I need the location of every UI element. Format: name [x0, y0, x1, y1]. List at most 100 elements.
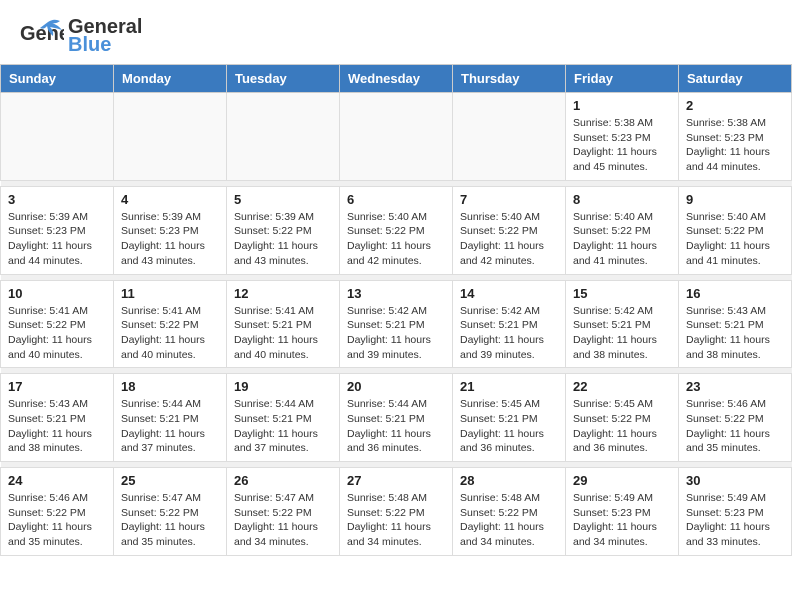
logo: General General Blue — [20, 16, 142, 56]
day-number: 1 — [573, 98, 671, 113]
calendar-cell — [453, 93, 566, 181]
day-number: 26 — [234, 473, 332, 488]
day-info: Sunrise: 5:40 AM Sunset: 5:22 PM Dayligh… — [686, 210, 784, 269]
calendar-cell: 1 Sunrise: 5:38 AM Sunset: 5:23 PM Daylig… — [566, 93, 679, 181]
calendar-cell: 16 Sunrise: 5:43 AM Sunset: 5:21 PM Dayli… — [679, 280, 792, 368]
day-info: Sunrise: 5:45 AM Sunset: 5:22 PM Dayligh… — [573, 397, 671, 456]
day-number: 8 — [573, 192, 671, 207]
calendar-header-thursday: Thursday — [453, 65, 566, 93]
day-info: Sunrise: 5:46 AM Sunset: 5:22 PM Dayligh… — [686, 397, 784, 456]
day-number: 19 — [234, 379, 332, 394]
day-info: Sunrise: 5:47 AM Sunset: 5:22 PM Dayligh… — [121, 491, 219, 550]
calendar-cell: 17 Sunrise: 5:43 AM Sunset: 5:21 PM Dayli… — [1, 374, 114, 462]
calendar-week-row: 10 Sunrise: 5:41 AM Sunset: 5:22 PM Dayli… — [1, 280, 792, 368]
day-info: Sunrise: 5:41 AM Sunset: 5:21 PM Dayligh… — [234, 304, 332, 363]
calendar-cell: 12 Sunrise: 5:41 AM Sunset: 5:21 PM Dayli… — [227, 280, 340, 368]
calendar-cell: 3 Sunrise: 5:39 AM Sunset: 5:23 PM Daylig… — [1, 186, 114, 274]
day-number: 7 — [460, 192, 558, 207]
calendar-cell: 6 Sunrise: 5:40 AM Sunset: 5:22 PM Daylig… — [340, 186, 453, 274]
day-info: Sunrise: 5:39 AM Sunset: 5:23 PM Dayligh… — [8, 210, 106, 269]
calendar-cell: 21 Sunrise: 5:45 AM Sunset: 5:21 PM Dayli… — [453, 374, 566, 462]
day-info: Sunrise: 5:42 AM Sunset: 5:21 PM Dayligh… — [460, 304, 558, 363]
day-info: Sunrise: 5:46 AM Sunset: 5:22 PM Dayligh… — [8, 491, 106, 550]
calendar-cell: 20 Sunrise: 5:44 AM Sunset: 5:21 PM Dayli… — [340, 374, 453, 462]
calendar-cell: 19 Sunrise: 5:44 AM Sunset: 5:21 PM Dayli… — [227, 374, 340, 462]
day-number: 16 — [686, 286, 784, 301]
calendar-cell: 29 Sunrise: 5:49 AM Sunset: 5:23 PM Dayli… — [566, 468, 679, 556]
calendar-cell: 15 Sunrise: 5:42 AM Sunset: 5:21 PM Dayli… — [566, 280, 679, 368]
day-number: 22 — [573, 379, 671, 394]
day-number: 2 — [686, 98, 784, 113]
day-number: 20 — [347, 379, 445, 394]
day-number: 12 — [234, 286, 332, 301]
logo-icon: General — [20, 18, 64, 54]
day-number: 3 — [8, 192, 106, 207]
calendar-cell: 11 Sunrise: 5:41 AM Sunset: 5:22 PM Dayli… — [114, 280, 227, 368]
day-info: Sunrise: 5:49 AM Sunset: 5:23 PM Dayligh… — [686, 491, 784, 550]
day-info: Sunrise: 5:38 AM Sunset: 5:23 PM Dayligh… — [686, 116, 784, 175]
day-number: 15 — [573, 286, 671, 301]
day-info: Sunrise: 5:43 AM Sunset: 5:21 PM Dayligh… — [686, 304, 784, 363]
calendar-header-row: SundayMondayTuesdayWednesdayThursdayFrid… — [1, 65, 792, 93]
calendar-cell: 2 Sunrise: 5:38 AM Sunset: 5:23 PM Daylig… — [679, 93, 792, 181]
calendar-cell: 23 Sunrise: 5:46 AM Sunset: 5:22 PM Dayli… — [679, 374, 792, 462]
day-number: 6 — [347, 192, 445, 207]
calendar-cell — [227, 93, 340, 181]
calendar-cell: 30 Sunrise: 5:49 AM Sunset: 5:23 PM Dayli… — [679, 468, 792, 556]
calendar-cell: 22 Sunrise: 5:45 AM Sunset: 5:22 PM Dayli… — [566, 374, 679, 462]
calendar-cell: 25Sunrise: 5:47 AM Sunset: 5:22 PM Dayli… — [114, 468, 227, 556]
day-number: 23 — [686, 379, 784, 394]
calendar-cell: 8 Sunrise: 5:40 AM Sunset: 5:22 PM Daylig… — [566, 186, 679, 274]
calendar-cell: 26Sunrise: 5:47 AM Sunset: 5:22 PM Dayli… — [227, 468, 340, 556]
day-number: 14 — [460, 286, 558, 301]
day-info: Sunrise: 5:49 AM Sunset: 5:23 PM Dayligh… — [573, 491, 671, 550]
calendar-header-saturday: Saturday — [679, 65, 792, 93]
calendar: SundayMondayTuesdayWednesdayThursdayFrid… — [0, 64, 792, 556]
day-number: 30 — [686, 473, 784, 488]
day-number: 17 — [8, 379, 106, 394]
calendar-cell: 4Sunrise: 5:39 AM Sunset: 5:23 PM Daylig… — [114, 186, 227, 274]
calendar-header-wednesday: Wednesday — [340, 65, 453, 93]
calendar-cell: 7 Sunrise: 5:40 AM Sunset: 5:22 PM Daylig… — [453, 186, 566, 274]
calendar-cell — [340, 93, 453, 181]
day-info: Sunrise: 5:40 AM Sunset: 5:22 PM Dayligh… — [347, 210, 445, 269]
day-info: Sunrise: 5:40 AM Sunset: 5:22 PM Dayligh… — [460, 210, 558, 269]
calendar-cell — [114, 93, 227, 181]
day-info: Sunrise: 5:44 AM Sunset: 5:21 PM Dayligh… — [347, 397, 445, 456]
day-number: 5 — [234, 192, 332, 207]
day-info: Sunrise: 5:39 AM Sunset: 5:23 PM Dayligh… — [121, 210, 219, 269]
day-info: Sunrise: 5:41 AM Sunset: 5:22 PM Dayligh… — [8, 304, 106, 363]
calendar-week-row: 17 Sunrise: 5:43 AM Sunset: 5:21 PM Dayli… — [1, 374, 792, 462]
day-info: Sunrise: 5:42 AM Sunset: 5:21 PM Dayligh… — [573, 304, 671, 363]
calendar-week-row: 1 Sunrise: 5:38 AM Sunset: 5:23 PM Daylig… — [1, 93, 792, 181]
calendar-cell: 14 Sunrise: 5:42 AM Sunset: 5:21 PM Dayli… — [453, 280, 566, 368]
calendar-header-sunday: Sunday — [1, 65, 114, 93]
day-number: 11 — [121, 286, 219, 301]
day-info: Sunrise: 5:41 AM Sunset: 5:22 PM Dayligh… — [121, 304, 219, 363]
day-info: Sunrise: 5:45 AM Sunset: 5:21 PM Dayligh… — [460, 397, 558, 456]
day-info: Sunrise: 5:48 AM Sunset: 5:22 PM Dayligh… — [460, 491, 558, 550]
calendar-cell: 24Sunrise: 5:46 AM Sunset: 5:22 PM Dayli… — [1, 468, 114, 556]
day-info: Sunrise: 5:44 AM Sunset: 5:21 PM Dayligh… — [121, 397, 219, 456]
calendar-header-monday: Monday — [114, 65, 227, 93]
calendar-cell: 28 Sunrise: 5:48 AM Sunset: 5:22 PM Dayli… — [453, 468, 566, 556]
day-number: 10 — [8, 286, 106, 301]
day-info: Sunrise: 5:40 AM Sunset: 5:22 PM Dayligh… — [573, 210, 671, 269]
calendar-cell: 5 Sunrise: 5:39 AM Sunset: 5:22 PM Daylig… — [227, 186, 340, 274]
day-number: 28 — [460, 473, 558, 488]
day-number: 13 — [347, 286, 445, 301]
calendar-cell: 9 Sunrise: 5:40 AM Sunset: 5:22 PM Daylig… — [679, 186, 792, 274]
day-number: 27 — [347, 473, 445, 488]
day-number: 18 — [121, 379, 219, 394]
calendar-cell: 13Sunrise: 5:42 AM Sunset: 5:21 PM Dayli… — [340, 280, 453, 368]
day-info: Sunrise: 5:43 AM Sunset: 5:21 PM Dayligh… — [8, 397, 106, 456]
calendar-header-tuesday: Tuesday — [227, 65, 340, 93]
day-info: Sunrise: 5:44 AM Sunset: 5:21 PM Dayligh… — [234, 397, 332, 456]
day-info: Sunrise: 5:38 AM Sunset: 5:23 PM Dayligh… — [573, 116, 671, 175]
day-number: 9 — [686, 192, 784, 207]
calendar-week-row: 3 Sunrise: 5:39 AM Sunset: 5:23 PM Daylig… — [1, 186, 792, 274]
page-header: General General Blue — [0, 0, 792, 64]
day-number: 29 — [573, 473, 671, 488]
day-number: 21 — [460, 379, 558, 394]
day-info: Sunrise: 5:39 AM Sunset: 5:22 PM Dayligh… — [234, 210, 332, 269]
